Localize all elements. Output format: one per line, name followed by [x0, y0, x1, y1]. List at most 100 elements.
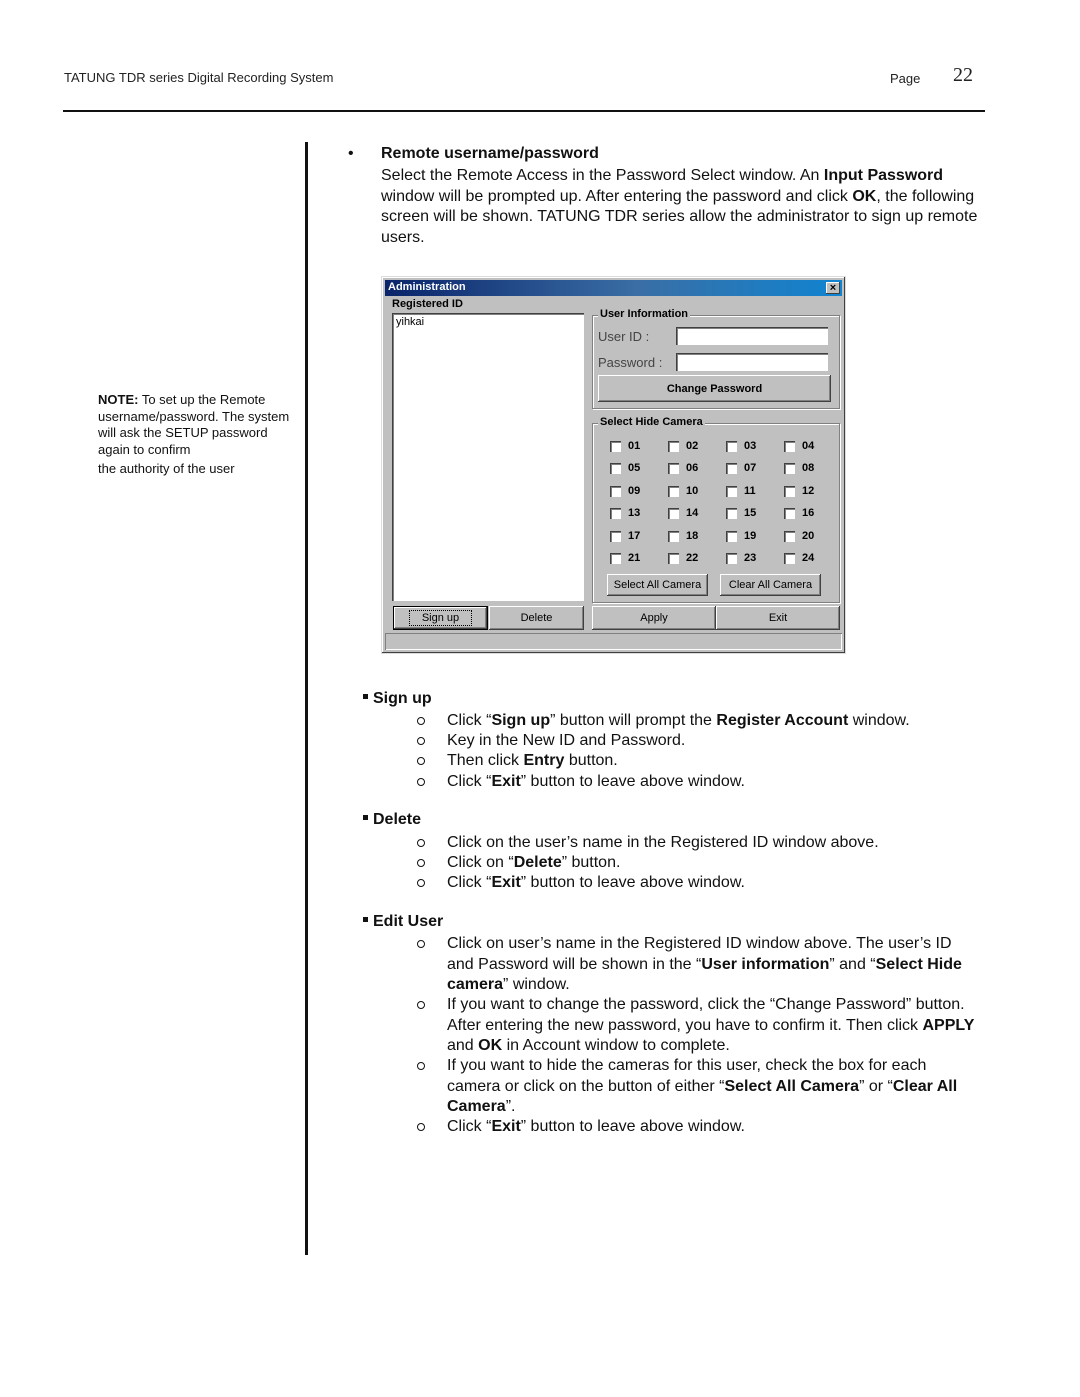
text-run: ”. — [505, 1098, 516, 1115]
checkbox-icon[interactable] — [784, 507, 795, 519]
checkbox-icon[interactable] — [784, 440, 795, 452]
camera-checkbox-16[interactable]: 16 — [784, 507, 814, 519]
camera-checkbox-17[interactable]: 17 — [610, 530, 640, 542]
checkbox-icon[interactable] — [610, 552, 621, 564]
section-title: Delete — [373, 811, 422, 828]
list-item: Click “Sign up” button will prompt the R… — [417, 711, 982, 732]
camera-checkbox-13[interactable]: 13 — [610, 507, 640, 519]
list-item[interactable]: yihkai — [396, 316, 424, 328]
camera-checkbox-10[interactable]: 10 — [668, 485, 698, 497]
checkbox-icon[interactable] — [784, 485, 795, 497]
camera-label: 13 — [628, 507, 641, 519]
camera-checkbox-08[interactable]: 08 — [784, 462, 814, 474]
delete-button[interactable]: Delete — [489, 606, 584, 630]
section-title-remote: Remote username/password — [381, 145, 599, 162]
camera-label: 07 — [744, 462, 757, 474]
circle-bullet-icon — [417, 839, 425, 847]
square-bullet-icon — [363, 815, 368, 821]
bullet-icon: • — [348, 145, 354, 162]
change-password-button[interactable]: Change Password — [598, 375, 831, 402]
text-run: ” button will prompt the — [550, 712, 717, 729]
list-item: Click “Exit” button to leave above windo… — [417, 1117, 982, 1138]
status-bar — [385, 633, 842, 650]
camera-checkbox-09[interactable]: 09 — [610, 485, 640, 497]
camera-checkbox-19[interactable]: 19 — [726, 530, 756, 542]
camera-checkbox-01[interactable]: 01 — [610, 440, 640, 452]
text-run: window. — [848, 712, 910, 729]
checkbox-icon[interactable] — [668, 530, 679, 542]
checkbox-icon[interactable] — [668, 552, 679, 564]
camera-label: 23 — [744, 552, 757, 564]
camera-checkbox-12[interactable]: 12 — [784, 485, 814, 497]
camera-checkbox-21[interactable]: 21 — [610, 552, 640, 564]
checkbox-icon[interactable] — [668, 462, 679, 474]
list-item: Click on user’s name in the Registered I… — [417, 934, 982, 996]
checkbox-icon[interactable] — [668, 485, 679, 497]
select-all-camera-button[interactable]: Select All Camera — [607, 574, 708, 596]
camera-checkbox-06[interactable]: 06 — [668, 462, 698, 474]
camera-label: 16 — [802, 507, 815, 519]
list-item: Key in the New ID and Password. — [417, 731, 982, 752]
clear-all-camera-button[interactable]: Clear All Camera — [720, 574, 821, 596]
camera-label: 14 — [686, 507, 699, 519]
checkbox-icon[interactable] — [726, 462, 737, 474]
page-number: 22 — [953, 64, 973, 86]
checkbox-icon[interactable] — [784, 552, 795, 564]
registered-id-list[interactable]: yihkai — [392, 313, 584, 601]
camera-checkbox-07[interactable]: 07 — [726, 462, 756, 474]
text-run: ” button to leave above window. — [520, 1118, 745, 1135]
camera-checkbox-15[interactable]: 15 — [726, 507, 756, 519]
camera-label: 12 — [802, 485, 815, 497]
emphasis-text: Exit — [491, 1118, 521, 1135]
checkbox-icon[interactable] — [610, 530, 621, 542]
circle-bullet-icon — [417, 737, 425, 745]
square-bullet-icon — [363, 694, 368, 700]
camera-label: 17 — [628, 530, 641, 542]
camera-checkbox-11[interactable]: 11 — [726, 485, 756, 497]
checkbox-icon[interactable] — [726, 507, 737, 519]
list-item: If you want to hide the cameras for this… — [417, 1056, 982, 1118]
text-run: and — [447, 1037, 479, 1054]
camera-checkbox-24[interactable]: 24 — [784, 552, 814, 564]
checkbox-icon[interactable] — [610, 507, 621, 519]
password-input[interactable] — [676, 353, 828, 371]
camera-checkbox-03[interactable]: 03 — [726, 440, 756, 452]
text-run: ” or “ — [859, 1077, 893, 1095]
camera-checkbox-04[interactable]: 04 — [784, 440, 814, 452]
emphasis-text: Select All Camera — [724, 1077, 860, 1095]
exit-button[interactable]: Exit — [716, 606, 840, 630]
camera-label: 22 — [686, 552, 699, 564]
checkbox-icon[interactable] — [784, 530, 795, 542]
list-item: Click “Exit” button to leave above windo… — [417, 873, 982, 894]
emphasis-text: Register Account — [716, 712, 849, 729]
checkbox-icon[interactable] — [668, 440, 679, 452]
circle-bullet-icon — [417, 778, 425, 786]
user-id-input[interactable] — [676, 327, 828, 345]
camera-checkbox-23[interactable]: 23 — [726, 552, 756, 564]
camera-checkbox-20[interactable]: 20 — [784, 530, 814, 542]
apply-button[interactable]: Apply — [592, 606, 716, 630]
emphasis-text: Entry — [523, 752, 565, 769]
camera-checkbox-02[interactable]: 02 — [668, 440, 698, 452]
section-heading: Edit User — [363, 913, 443, 931]
checkbox-icon[interactable] — [784, 462, 795, 474]
sign-up-button[interactable]: Sign up — [393, 606, 488, 630]
checkbox-icon[interactable] — [610, 440, 621, 452]
checkbox-icon[interactable] — [610, 485, 621, 497]
camera-checkbox-05[interactable]: 05 — [610, 462, 640, 474]
checkbox-icon[interactable] — [726, 530, 737, 542]
text-run: in Account window to complete. — [502, 1037, 730, 1054]
checkbox-icon[interactable] — [610, 462, 621, 474]
document-header-title: TATUNG TDR series Digital Recording Syst… — [64, 70, 334, 85]
circle-bullet-icon — [417, 859, 425, 867]
camera-checkbox-14[interactable]: 14 — [668, 507, 698, 519]
checkbox-icon[interactable] — [726, 485, 737, 497]
password-label: Password : — [598, 355, 663, 370]
camera-checkbox-18[interactable]: 18 — [668, 530, 698, 542]
checkbox-icon[interactable] — [668, 507, 679, 519]
checkbox-icon[interactable] — [726, 552, 737, 564]
checkbox-icon[interactable] — [726, 440, 737, 452]
close-button[interactable]: × — [826, 282, 840, 294]
camera-label: 03 — [744, 440, 757, 452]
camera-checkbox-22[interactable]: 22 — [668, 552, 698, 564]
